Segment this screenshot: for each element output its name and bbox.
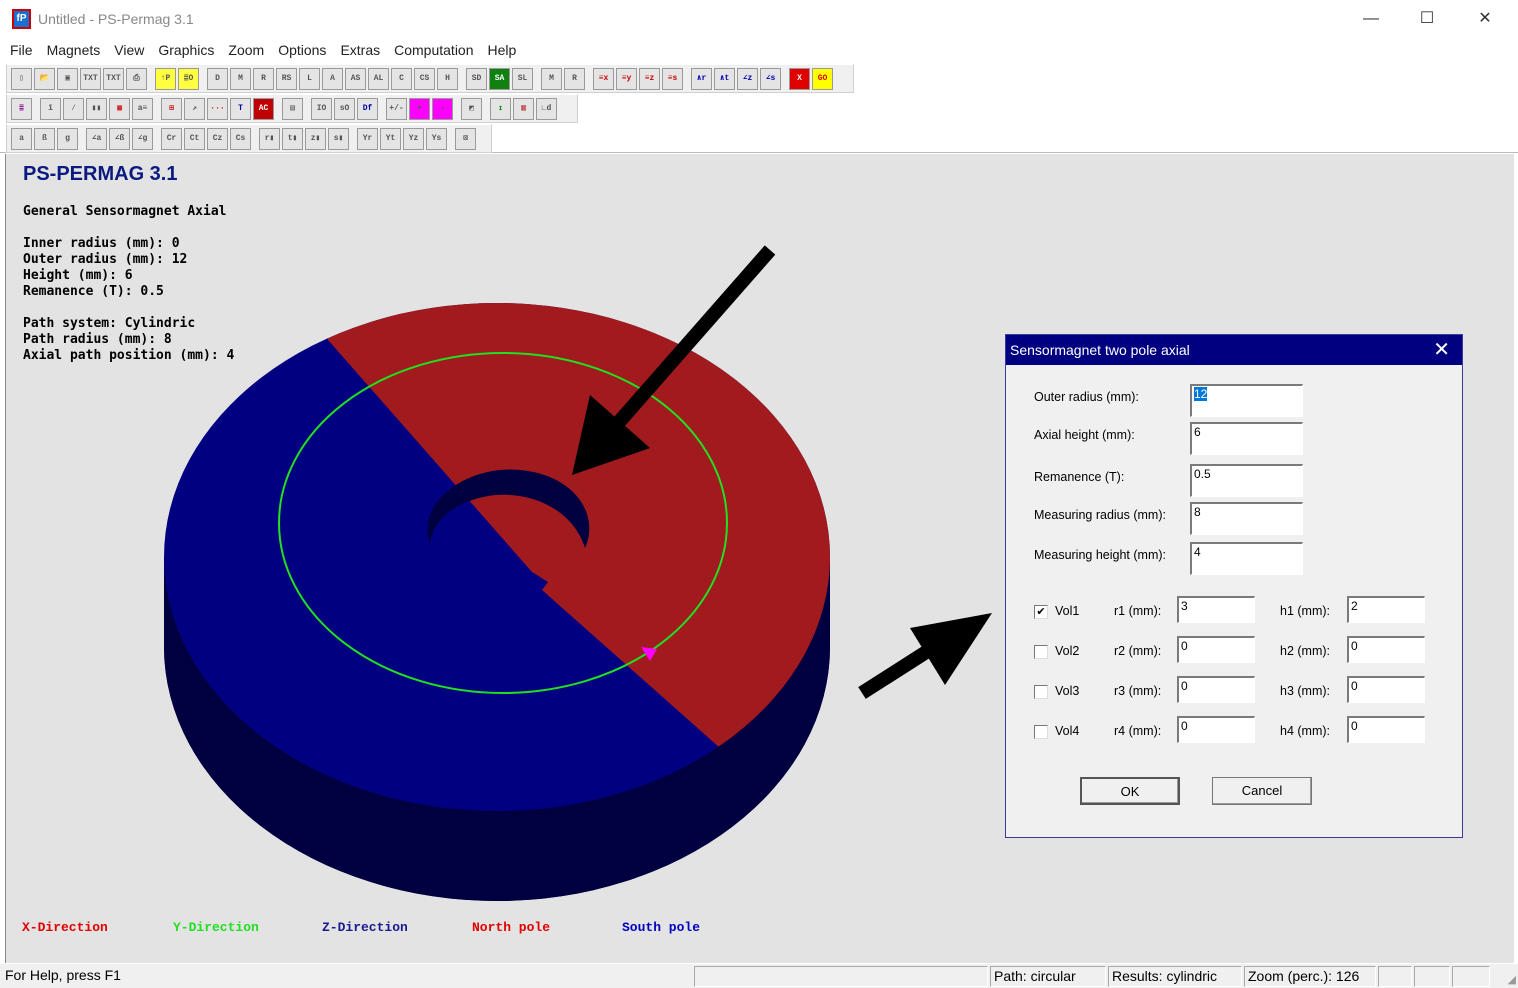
r-label: r1 (mm): [1114, 604, 1162, 618]
field-label: Measuring height (mm): [1034, 548, 1166, 562]
status-bar: For Help, press F1 Path: circular Result… [0, 963, 1518, 988]
field-measuring-radius-input[interactable]: 8 [1190, 502, 1303, 535]
r4-input[interactable]: 0 [1177, 716, 1255, 743]
r-label: r2 (mm): [1114, 644, 1162, 658]
dialog-title: Sensormagnet two pole axial [1010, 342, 1190, 358]
field-value: 0 [1181, 639, 1188, 653]
vol3-checkbox[interactable] [1034, 685, 1048, 699]
legend-z-direction: Z-Direction [322, 920, 408, 935]
field-value: 0 [1351, 639, 1358, 653]
field-value: 0 [1181, 719, 1188, 733]
ok-button[interactable]: OK [1080, 777, 1180, 805]
field-value: 0.5 [1194, 467, 1211, 481]
sensormagnet-dialog: Sensormagnet two pole axial ✕ Outer radi… [1005, 334, 1463, 838]
legend-north-pole: North pole [472, 920, 551, 935]
r1-input[interactable]: 3 [1177, 596, 1255, 623]
field-label: Axial height (mm): [1034, 428, 1135, 442]
path-line: Path radius (mm): 8 [23, 332, 172, 347]
status-help: For Help, press F1 [5, 967, 121, 983]
field-value: 3 [1181, 599, 1188, 613]
field-value: 6 [1194, 425, 1201, 439]
h-label: h4 (mm): [1280, 724, 1330, 738]
r-label: r4 (mm): [1114, 724, 1162, 738]
h-label: h3 (mm): [1280, 684, 1330, 698]
vol1-checkbox[interactable]: ✔ [1034, 605, 1048, 619]
cancel-button[interactable]: Cancel [1212, 777, 1312, 805]
vol-label: Vol3 [1055, 684, 1080, 698]
r-label: r3 (mm): [1114, 684, 1162, 698]
vol-label: Vol2 [1055, 644, 1080, 658]
field-outer-radius-input[interactable]: 12 [1190, 384, 1303, 417]
field-axial-height-input[interactable]: 6 [1190, 422, 1303, 455]
field-value: 0 [1181, 679, 1188, 693]
status-zoom: Zoom (perc.): 126 [1244, 966, 1376, 987]
dialog-close-button[interactable]: ✕ [1433, 335, 1450, 365]
vol-label: Vol1 [1055, 604, 1080, 618]
field-value: 8 [1194, 505, 1201, 519]
status-pane [1378, 966, 1412, 987]
field-value: 0 [1351, 719, 1358, 733]
r2-input[interactable]: 0 [1177, 636, 1255, 663]
status-pane [1414, 966, 1450, 987]
status-path: Path: circular [990, 966, 1106, 987]
field-value: 0 [1351, 679, 1358, 693]
status-blank [694, 966, 988, 987]
status-pane [1452, 966, 1490, 987]
status-results: Results: cylindric [1108, 966, 1242, 987]
field-value: 12 [1194, 387, 1208, 401]
magnet-type: General Sensormagnet Axial [23, 204, 227, 219]
arrow-to-volumes [858, 613, 992, 699]
field-value: 4 [1194, 545, 1201, 559]
resize-grip-icon[interactable]: ◢ [1508, 973, 1516, 986]
param-line: Inner radius (mm): 0 [23, 236, 180, 251]
vol4-checkbox[interactable] [1034, 725, 1048, 739]
field-remanence-input[interactable]: 0.5 [1190, 464, 1303, 497]
h-label: h1 (mm): [1280, 604, 1330, 618]
app-heading: PS-PERMAG 3.1 [23, 163, 178, 185]
field-label: Remanence (T): [1034, 470, 1125, 484]
h4-input[interactable]: 0 [1347, 716, 1425, 743]
vol2-checkbox[interactable] [1034, 645, 1048, 659]
field-label: Outer radius (mm): [1034, 390, 1139, 404]
h2-input[interactable]: 0 [1347, 636, 1425, 663]
h1-input[interactable]: 2 [1347, 596, 1425, 623]
check-icon: ✔ [1036, 606, 1046, 618]
vol-label: Vol4 [1055, 724, 1080, 738]
legend-south-pole: South pole [622, 920, 701, 935]
param-line: Outer radius (mm): 12 [23, 252, 188, 267]
field-value: 2 [1351, 599, 1358, 613]
legend-x-direction: X-Direction [22, 920, 108, 935]
param-line: Remanence (T): 0.5 [23, 284, 164, 299]
legend-y-direction: Y-Direction [173, 920, 259, 935]
param-line: Height (mm): 6 [23, 268, 133, 283]
path-line: Axial path position (mm): 4 [23, 348, 235, 363]
h3-input[interactable]: 0 [1347, 676, 1425, 703]
field-measuring-height-input[interactable]: 4 [1190, 542, 1303, 575]
path-line: Path system: Cylindric [23, 316, 196, 331]
h-label: h2 (mm): [1280, 644, 1330, 658]
dialog-title-bar: Sensormagnet two pole axial ✕ [1006, 335, 1462, 365]
field-label: Measuring radius (mm): [1034, 508, 1166, 522]
r3-input[interactable]: 0 [1177, 676, 1255, 703]
